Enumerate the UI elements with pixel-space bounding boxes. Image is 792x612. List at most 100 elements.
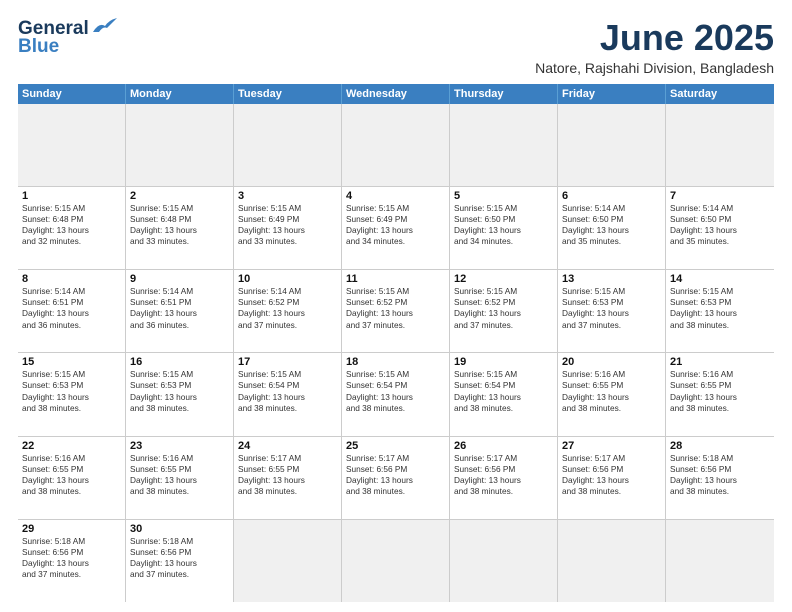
calendar: Sunday Monday Tuesday Wednesday Thursday…	[18, 84, 774, 602]
cell-line: Sunrise: 5:17 AM	[454, 453, 553, 464]
cell-line: and 36 minutes.	[22, 320, 121, 331]
cell-line: Daylight: 13 hours	[670, 308, 770, 319]
day-number: 6	[562, 190, 661, 202]
calendar-cell-1-3: 4Sunrise: 5:15 AMSunset: 6:49 PMDaylight…	[342, 187, 450, 269]
day-number: 22	[22, 440, 121, 452]
cell-line: Sunset: 6:49 PM	[238, 214, 337, 225]
calendar-body: 1Sunrise: 5:15 AMSunset: 6:48 PMDaylight…	[18, 104, 774, 602]
cell-line: and 34 minutes.	[346, 236, 445, 247]
day-number: 4	[346, 190, 445, 202]
cell-line: Sunset: 6:53 PM	[22, 380, 121, 391]
calendar-header: Sunday Monday Tuesday Wednesday Thursday…	[18, 84, 774, 104]
cell-line: Sunrise: 5:14 AM	[22, 286, 121, 297]
cell-line: and 37 minutes.	[346, 320, 445, 331]
cell-line: Sunrise: 5:15 AM	[346, 286, 445, 297]
cell-line: and 38 minutes.	[22, 486, 121, 497]
day-number: 16	[130, 356, 229, 368]
day-number: 29	[22, 523, 121, 535]
day-number: 18	[346, 356, 445, 368]
calendar-cell-3-2: 17Sunrise: 5:15 AMSunset: 6:54 PMDayligh…	[234, 353, 342, 435]
cell-line: Sunset: 6:56 PM	[130, 547, 229, 558]
cell-line: Sunset: 6:55 PM	[670, 380, 770, 391]
cell-line: Daylight: 13 hours	[670, 392, 770, 403]
cell-line: and 33 minutes.	[130, 236, 229, 247]
cell-line: Sunset: 6:51 PM	[22, 297, 121, 308]
day-number: 28	[670, 440, 770, 452]
day-number: 2	[130, 190, 229, 202]
calendar-cell-4-6: 28Sunrise: 5:18 AMSunset: 6:56 PMDayligh…	[666, 437, 774, 519]
header-saturday: Saturday	[666, 84, 774, 104]
day-number: 27	[562, 440, 661, 452]
logo-blue-text: Blue	[18, 36, 59, 58]
cell-line: and 34 minutes.	[454, 236, 553, 247]
calendar-cell-0-4	[450, 104, 558, 186]
cell-line: Daylight: 13 hours	[346, 308, 445, 319]
calendar-cell-4-4: 26Sunrise: 5:17 AMSunset: 6:56 PMDayligh…	[450, 437, 558, 519]
calendar-page: General Blue June 2025 Natore, Rajshahi …	[0, 0, 792, 612]
cell-line: Daylight: 13 hours	[562, 475, 661, 486]
cell-line: Daylight: 13 hours	[562, 225, 661, 236]
cell-line: and 38 minutes.	[454, 486, 553, 497]
calendar-cell-0-5	[558, 104, 666, 186]
calendar-cell-3-0: 15Sunrise: 5:15 AMSunset: 6:53 PMDayligh…	[18, 353, 126, 435]
calendar-cell-1-4: 5Sunrise: 5:15 AMSunset: 6:50 PMDaylight…	[450, 187, 558, 269]
cell-line: and 36 minutes.	[130, 320, 229, 331]
cell-line: Sunrise: 5:16 AM	[130, 453, 229, 464]
cell-line: Sunrise: 5:15 AM	[346, 369, 445, 380]
cell-line: Sunrise: 5:15 AM	[22, 369, 121, 380]
cell-line: Sunset: 6:56 PM	[346, 464, 445, 475]
cell-line: and 38 minutes.	[238, 403, 337, 414]
day-number: 1	[22, 190, 121, 202]
cell-line: and 35 minutes.	[562, 236, 661, 247]
day-number: 12	[454, 273, 553, 285]
calendar-cell-4-5: 27Sunrise: 5:17 AMSunset: 6:56 PMDayligh…	[558, 437, 666, 519]
cell-line: and 37 minutes.	[22, 569, 121, 580]
cell-line: Daylight: 13 hours	[130, 475, 229, 486]
cell-line: Daylight: 13 hours	[238, 225, 337, 236]
cell-line: Sunset: 6:52 PM	[454, 297, 553, 308]
calendar-cell-3-5: 20Sunrise: 5:16 AMSunset: 6:55 PMDayligh…	[558, 353, 666, 435]
cell-line: Sunrise: 5:15 AM	[130, 369, 229, 380]
cell-line: Daylight: 13 hours	[238, 392, 337, 403]
cell-line: Sunrise: 5:14 AM	[238, 286, 337, 297]
cell-line: Daylight: 13 hours	[130, 558, 229, 569]
calendar-cell-0-1	[126, 104, 234, 186]
day-number: 25	[346, 440, 445, 452]
day-number: 14	[670, 273, 770, 285]
calendar-cell-3-6: 21Sunrise: 5:16 AMSunset: 6:55 PMDayligh…	[666, 353, 774, 435]
cell-line: Daylight: 13 hours	[454, 392, 553, 403]
cell-line: Sunset: 6:51 PM	[130, 297, 229, 308]
calendar-row-0	[18, 104, 774, 187]
calendar-cell-2-2: 10Sunrise: 5:14 AMSunset: 6:52 PMDayligh…	[234, 270, 342, 352]
calendar-row-4: 22 Sunrise: 5:16 AM Sunset: 6:55 PM Dayligh…	[18, 437, 774, 520]
day-number: 23	[130, 440, 229, 452]
day-number: 9	[130, 273, 229, 285]
cell-line: and 38 minutes.	[346, 403, 445, 414]
cell-line: Daylight: 13 hours	[562, 392, 661, 403]
cell-line: Sunrise: 5:18 AM	[670, 453, 770, 464]
cell-line: Sunset: 6:55 PM	[22, 464, 121, 475]
calendar-cell-5-2	[234, 520, 342, 602]
cell-line: Sunset: 6:54 PM	[346, 380, 445, 391]
header-monday: Monday	[126, 84, 234, 104]
cell-line: and 38 minutes.	[130, 486, 229, 497]
calendar-row-1: 1Sunrise: 5:15 AMSunset: 6:48 PMDaylight…	[18, 187, 774, 270]
cell-line: and 38 minutes.	[670, 320, 770, 331]
cell-line: Daylight: 13 hours	[130, 308, 229, 319]
header-friday: Friday	[558, 84, 666, 104]
cell-line: and 38 minutes.	[22, 403, 121, 414]
day-number: 3	[238, 190, 337, 202]
cell-line: Sunset: 6:53 PM	[670, 297, 770, 308]
calendar-cell-1-1: 2Sunrise: 5:15 AMSunset: 6:48 PMDaylight…	[126, 187, 234, 269]
day-number: 5	[454, 190, 553, 202]
cell-line: Daylight: 13 hours	[22, 558, 121, 569]
day-number: 19	[454, 356, 553, 368]
cell-line: Daylight: 13 hours	[346, 475, 445, 486]
calendar-cell-4-3: 25Sunrise: 5:17 AMSunset: 6:56 PMDayligh…	[342, 437, 450, 519]
cell-line: Sunrise: 5:17 AM	[238, 453, 337, 464]
calendar-cell-2-5: 13Sunrise: 5:15 AMSunset: 6:53 PMDayligh…	[558, 270, 666, 352]
cell-line: Sunset: 6:55 PM	[238, 464, 337, 475]
cell-line: Daylight: 13 hours	[346, 225, 445, 236]
cell-line: and 38 minutes.	[346, 486, 445, 497]
cell-line: and 35 minutes.	[670, 236, 770, 247]
